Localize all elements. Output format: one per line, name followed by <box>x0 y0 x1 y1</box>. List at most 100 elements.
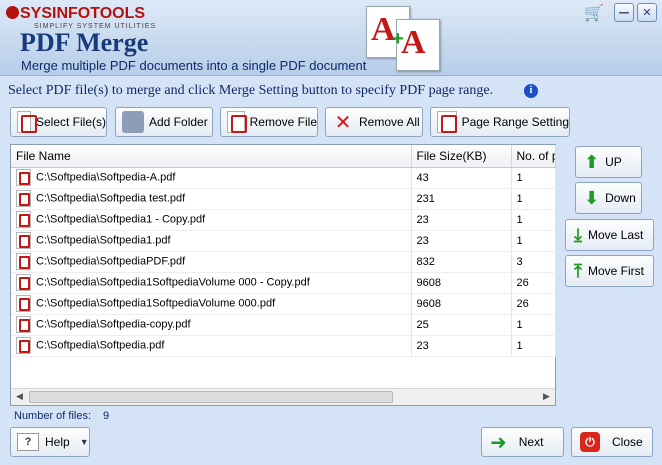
window-close-button[interactable]: ✕ <box>637 3 657 22</box>
logo-mark <box>6 6 19 19</box>
file-size: 9608 <box>411 293 512 315</box>
file-name-cell: C:\Softpedia\SoftpediaPDF.pdf <box>11 251 412 273</box>
file-name-cell: C:\Softpedia\Softpedia test.pdf <box>11 188 412 210</box>
pdf-file-icon <box>16 232 31 249</box>
next-label: Next <box>518 435 544 449</box>
chevron-down-icon[interactable]: ▼ <box>80 437 89 447</box>
file-name: C:\Softpedia\SoftpediaPDF.pdf <box>36 255 186 268</box>
page-range-setting-button[interactable]: Page Range Setting <box>430 107 570 137</box>
power-icon: ⏻ <box>580 432 600 452</box>
pdf-file-icon <box>16 190 31 207</box>
pdf-remove-icon <box>227 111 247 133</box>
column-header-file-size[interactable]: File Size(KB) <box>411 145 512 168</box>
file-size: 23 <box>411 209 512 231</box>
file-name: C:\Softpedia\Softpedia1 - Copy.pdf <box>36 213 206 226</box>
x-icon: ✕ <box>334 110 352 134</box>
move-first-icon: ⤒ <box>574 260 582 282</box>
file-count-label: Number of files: <box>14 410 92 422</box>
table-header-row: File Name File Size(KB) No. of pa <box>11 145 556 168</box>
page-count: 26 <box>511 293 556 315</box>
pdf-file-icon <box>16 211 31 228</box>
pdf-settings-icon <box>437 111 457 133</box>
app-title: PDF Merge <box>20 28 149 57</box>
page-count: 3 <box>511 251 556 273</box>
cart-icon[interactable]: 🛒 <box>583 3 605 22</box>
info-icon[interactable]: i <box>524 84 538 98</box>
table-row[interactable]: C:\Softpedia\Softpedia1 - Copy.pdf 23 1 <box>11 209 556 231</box>
next-button[interactable]: ➜ Next <box>481 427 564 457</box>
help-icon: ? <box>17 433 39 451</box>
instruction-text: Select PDF file(s) to merge and click Me… <box>8 83 494 98</box>
file-size: 832 <box>411 251 512 273</box>
pdf-file-icon <box>16 169 31 186</box>
scroll-left-icon[interactable]: ◀ <box>11 389 28 405</box>
move-last-button[interactable]: ⤓ Move Last <box>565 219 654 251</box>
down-label: Down <box>605 191 636 205</box>
file-count: Number of files: 9 <box>14 410 109 422</box>
folder-icon <box>122 111 144 133</box>
move-first-button[interactable]: ⤒ Move First <box>565 255 654 287</box>
table-row[interactable]: C:\Softpedia\Softpedia1SoftpediaVolume 0… <box>11 272 556 294</box>
column-header-file-name[interactable]: File Name <box>11 145 412 168</box>
file-name-cell: C:\Softpedia\Softpedia-A.pdf <box>11 167 412 189</box>
file-name-cell: C:\Softpedia\Softpedia1SoftpediaVolume 0… <box>11 272 412 294</box>
file-size: 23 <box>411 335 512 357</box>
remove-all-button[interactable]: ✕ Remove All <box>325 107 423 137</box>
remove-file-button[interactable]: Remove File <box>220 107 318 137</box>
arrow-down-icon: ⬇ <box>584 187 600 209</box>
file-name: C:\Softpedia\Softpedia1SoftpediaVolume 0… <box>36 276 310 289</box>
arrow-right-icon: ➜ <box>490 430 507 454</box>
table-row[interactable]: C:\Softpedia\Softpedia-A.pdf 43 1 <box>11 167 556 189</box>
file-name: C:\Softpedia\Softpedia-A.pdf <box>36 171 176 184</box>
minimize-button[interactable]: — <box>614 3 634 22</box>
pdf-file-icon <box>16 253 31 270</box>
file-name: C:\Softpedia\Softpedia.pdf <box>36 339 165 352</box>
page-count: 1 <box>511 335 556 357</box>
plus-icon: + <box>392 28 404 50</box>
file-size: 25 <box>411 314 512 336</box>
file-size: 23 <box>411 230 512 252</box>
file-name-cell: C:\Softpedia\Softpedia1 - Copy.pdf <box>11 209 412 231</box>
move-last-icon: ⤓ <box>574 224 582 246</box>
page-count: 26 <box>511 272 556 294</box>
horizontal-scrollbar[interactable]: ◀ ▶ <box>11 388 555 405</box>
table-row[interactable]: C:\Softpedia\Softpedia.pdf 23 1 <box>11 335 556 357</box>
page-count: 1 <box>511 167 556 189</box>
page-range-label: Page Range Setting <box>461 115 569 129</box>
page-count: 1 <box>511 314 556 336</box>
file-name: C:\Softpedia\Softpedia1.pdf <box>36 234 171 247</box>
page-count: 1 <box>511 188 556 210</box>
page-count: 1 <box>511 209 556 231</box>
table-row[interactable]: C:\Softpedia\Softpedia1.pdf 23 1 <box>11 230 556 252</box>
page-count: 1 <box>511 230 556 252</box>
file-size: 9608 <box>411 272 512 294</box>
table-row[interactable]: C:\Softpedia\Softpedia-copy.pdf 25 1 <box>11 314 556 336</box>
select-files-label: Select File(s) <box>35 115 106 129</box>
table-row[interactable]: C:\Softpedia\Softpedia1SoftpediaVolume 0… <box>11 293 556 315</box>
close-button[interactable]: ⏻ Close <box>571 427 653 457</box>
help-button[interactable]: ? Help ▼ <box>10 427 90 457</box>
move-first-label: Move First <box>587 264 644 278</box>
pdf-add-icon <box>17 111 37 133</box>
up-button[interactable]: ⬆ UP <box>575 146 642 178</box>
scrollbar-thumb[interactable] <box>29 391 393 403</box>
file-count-value: 9 <box>103 410 110 422</box>
table-row[interactable]: C:\Softpedia\SoftpediaPDF.pdf 832 3 <box>11 251 556 273</box>
file-name-cell: C:\Softpedia\Softpedia1.pdf <box>11 230 412 252</box>
scroll-right-icon[interactable]: ▶ <box>538 389 555 405</box>
select-files-button[interactable]: Select File(s) <box>10 107 107 137</box>
arrow-up-icon: ⬆ <box>584 151 600 173</box>
logo-text: SYSINFOTOOLS <box>20 5 146 22</box>
up-label: UP <box>605 155 622 169</box>
file-name-cell: C:\Softpedia\Softpedia1SoftpediaVolume 0… <box>11 293 412 315</box>
down-button[interactable]: ⬇ Down <box>575 182 642 214</box>
pdf-merge-hero-icon: A A + <box>366 6 442 72</box>
file-name-cell: C:\Softpedia\Softpedia.pdf <box>11 335 412 357</box>
close-label: Close <box>612 435 643 449</box>
file-name-cell: C:\Softpedia\Softpedia-copy.pdf <box>11 314 412 336</box>
table-row[interactable]: C:\Softpedia\Softpedia test.pdf 231 1 <box>11 188 556 210</box>
remove-all-label: Remove All <box>359 115 420 129</box>
column-header-pages[interactable]: No. of pa <box>511 145 556 168</box>
add-folder-button[interactable]: Add Folder <box>115 107 213 137</box>
pdf-file-icon <box>16 274 31 291</box>
